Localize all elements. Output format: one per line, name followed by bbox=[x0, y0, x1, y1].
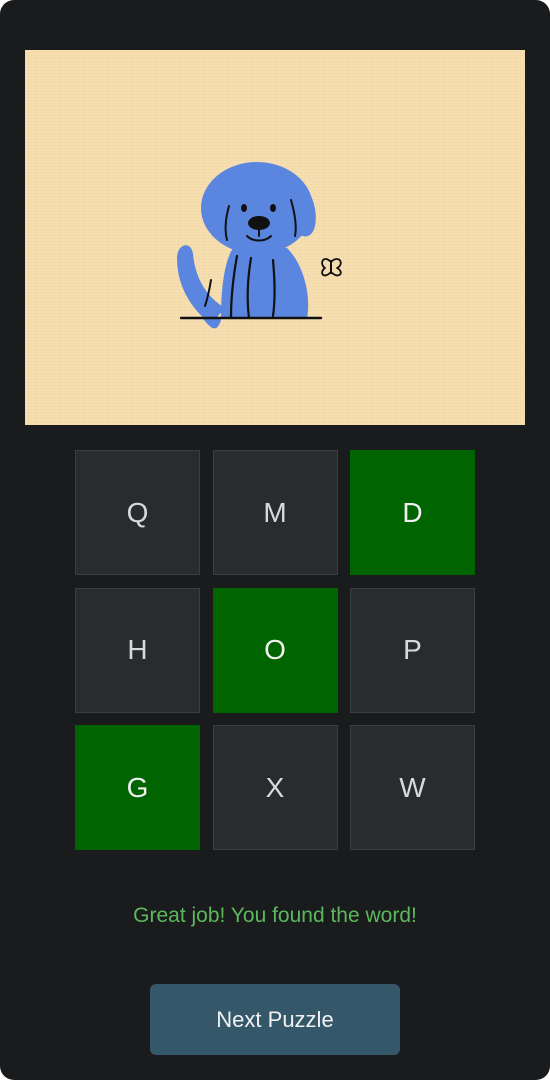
letter-tile[interactable]: O bbox=[212, 587, 338, 713]
next-puzzle-button[interactable]: Next Puzzle bbox=[150, 984, 400, 1055]
letter-tile[interactable]: D bbox=[350, 450, 475, 575]
letter-tile[interactable]: W bbox=[350, 725, 475, 850]
dog-eye-right bbox=[270, 204, 276, 212]
puzzle-image bbox=[25, 50, 525, 425]
letter-tile[interactable]: G bbox=[75, 725, 200, 850]
dog-eye-left bbox=[241, 204, 247, 212]
butterfly-icon bbox=[321, 258, 342, 277]
letter-tile[interactable]: H bbox=[75, 587, 200, 713]
letter-tile[interactable]: P bbox=[350, 587, 475, 713]
status-message: Great job! You found the word! bbox=[133, 904, 417, 927]
letter-grid: Q M D H O P G X W bbox=[75, 450, 475, 850]
dog-illustration bbox=[177, 162, 342, 329]
dog-nose bbox=[248, 216, 270, 230]
letter-tile[interactable]: Q bbox=[75, 450, 200, 575]
game-window: Q M D H O P G X W Great job! You found t… bbox=[0, 0, 550, 1080]
dog-tail bbox=[177, 245, 225, 324]
letter-tile[interactable]: X bbox=[212, 725, 338, 850]
letter-tile[interactable]: M bbox=[212, 450, 338, 575]
